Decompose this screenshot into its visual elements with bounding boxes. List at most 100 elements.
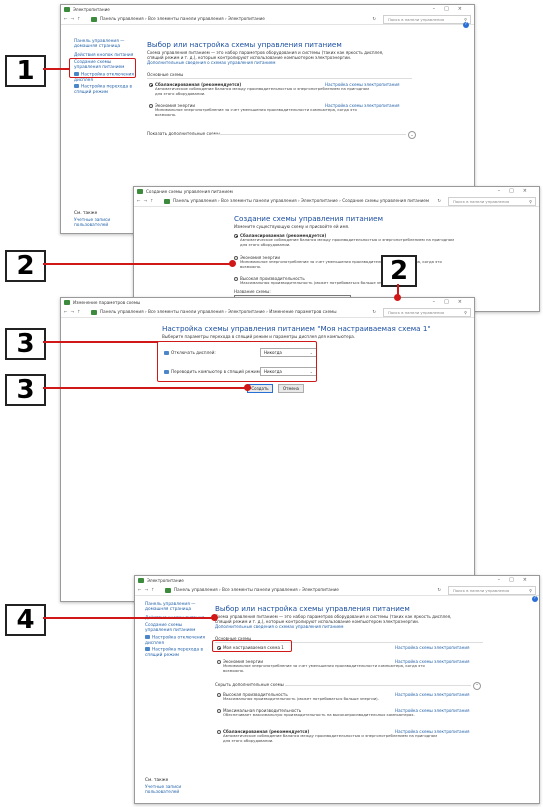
plan-high-performance[interactable]: Высокая производительность Максимальная … — [234, 276, 464, 286]
help-link[interactable]: Дополнительные сведения о схемах управле… — [215, 624, 343, 629]
nav-arrows-icon[interactable]: ←→↑ — [64, 307, 84, 317]
breadcrumb[interactable]: Панель управления › Все элементы панели … — [91, 14, 265, 24]
step-4-connector — [43, 617, 213, 619]
page-description: Схема управления питанием — это набор па… — [147, 50, 384, 66]
plan-settings-link[interactable]: Настройка схемы электропитания — [395, 708, 469, 713]
nav-arrows-icon[interactable]: ←→↑ — [137, 196, 157, 206]
plan-high-performance[interactable]: Высокая производительность Настройка схе… — [217, 692, 479, 702]
plan-settings-link[interactable]: Настройка схемы электропитания — [395, 645, 469, 650]
nav-arrows-icon[interactable]: ←→↑ — [138, 585, 158, 595]
plan-balanced[interactable]: Сбалансированная (рекомендуется) Настрой… — [217, 729, 479, 744]
sidebar-item-sleep[interactable]: Настройка перехода в спящий режим — [145, 647, 205, 658]
refresh-icon[interactable]: ↻ — [437, 196, 441, 206]
sidebar-item-display[interactable]: Настройка отключения дисплея — [145, 635, 205, 646]
chevron-up-icon[interactable]: ⌃ — [473, 682, 481, 690]
plan-power-saver[interactable]: Экономия энергии Минимальное энергопотре… — [234, 255, 454, 270]
chevron-down-icon[interactable]: ⌄ — [408, 131, 416, 139]
step-1-label: 1 — [5, 55, 46, 87]
refresh-icon[interactable]: ↻ — [437, 585, 441, 595]
see-also: См. также Учетные записи пользователей — [74, 211, 134, 230]
refresh-icon[interactable]: ↻ — [372, 14, 376, 24]
sidebar-item-home[interactable]: Панель управления — домашняя страница — [74, 39, 134, 49]
breadcrumb-text: Панель управления › Все элементы панели … — [174, 587, 339, 592]
page-intro: Выберите параметры перехода в спящий реж… — [162, 334, 356, 339]
plan-ultimate[interactable]: Максимальная производительность Настройк… — [217, 708, 479, 718]
sidebar-item-create-plan[interactable]: Создание схемы управления питанием — [145, 623, 205, 633]
plan-power-saver[interactable]: Экономия энергии Настройка схемы электро… — [217, 659, 479, 674]
radio-button[interactable] — [217, 708, 221, 713]
step-3-connector — [43, 341, 158, 343]
cancel-button[interactable]: Отмена — [278, 384, 304, 393]
plan-settings-link[interactable]: Настройка схемы электропитания — [325, 103, 399, 108]
plan-name-label: Название схемы: — [234, 289, 271, 294]
window-controls[interactable]: –□× — [433, 298, 471, 307]
plan-settings-link[interactable]: Настройка схемы электропитания — [395, 729, 469, 734]
breadcrumb-text: Панель управления › Все элементы панели … — [100, 309, 337, 314]
moon-icon — [145, 647, 150, 652]
control-panel-icon — [91, 16, 97, 22]
control-panel-icon — [137, 189, 143, 194]
user-accounts-link[interactable]: Учетные записи пользователей — [145, 785, 205, 795]
step-2-connector — [43, 263, 233, 265]
divider — [147, 78, 412, 79]
sidebar: Панель управления — домашняя страница Де… — [145, 602, 205, 660]
refresh-icon[interactable]: ↻ — [372, 307, 376, 317]
breadcrumb[interactable]: Панель управления › Все элементы панели … — [91, 307, 337, 317]
window-controls[interactable]: –□× — [498, 187, 536, 196]
search-icon: ⚲ — [464, 310, 467, 315]
plan-description: Минимальное энергопотребление за счет ум… — [223, 663, 425, 673]
plan-settings-link[interactable]: Настройка схемы электропитания — [395, 692, 469, 697]
plan-description: Автоматическое соблюдение баланса между … — [240, 237, 454, 247]
hide-more-plans[interactable]: Скрыть дополнительные схемы — [215, 682, 284, 687]
control-panel-icon — [138, 578, 144, 583]
window-controls[interactable]: –□× — [498, 576, 536, 585]
radio-button[interactable] — [234, 233, 238, 238]
radio-button[interactable] — [217, 692, 221, 697]
plan-settings-link[interactable]: Настройка схемы электропитания — [325, 82, 399, 87]
show-more-plans[interactable]: Показать дополнительные схемы — [147, 131, 220, 136]
radio-button[interactable] — [149, 103, 153, 108]
window-controls[interactable]: –□× — [433, 5, 471, 14]
search-placeholder: Поиск в панели управления — [388, 17, 445, 22]
step-2-label-alt: 2 — [381, 255, 417, 287]
control-panel-icon — [165, 587, 171, 593]
breadcrumb[interactable]: Панель управления › Все элементы панели … — [164, 196, 429, 206]
search-icon: ⚲ — [529, 588, 532, 593]
search-input[interactable]: Поиск в панели управления ⚲ — [448, 586, 536, 595]
radio-button[interactable] — [149, 82, 153, 87]
page-description: Схема управления питанием — это набор па… — [215, 614, 452, 630]
page-title: Выбор или настройка схемы управления пит… — [147, 40, 342, 49]
nav-arrows-icon[interactable]: ←→↑ — [64, 14, 84, 24]
control-panel-icon — [64, 300, 70, 305]
page-title: Настройка схемы управления питанием "Моя… — [162, 324, 431, 333]
plan-balanced[interactable]: Сбалансированная (рекомендуется) Автомат… — [234, 233, 454, 248]
search-placeholder: Поиск в панели управления — [453, 588, 510, 593]
title-bar: Изменение параметров схемы –□× — [61, 298, 474, 307]
help-icon[interactable]: ? — [532, 596, 538, 602]
search-input[interactable]: Поиск в панели управления ⚲ — [448, 197, 536, 206]
radio-button[interactable] — [234, 255, 238, 260]
plan-description: Минимальное энергопотребление за счет ум… — [240, 259, 442, 269]
page-title: Создание схемы управления питанием — [234, 214, 384, 223]
step-1-connector — [43, 68, 69, 70]
step-3-label-alt: 3 — [5, 374, 46, 406]
control-panel-icon — [91, 309, 97, 315]
divider — [211, 133, 406, 135]
radio-button[interactable] — [217, 729, 221, 734]
user-accounts-link[interactable]: Учетные записи пользователей — [74, 218, 134, 228]
sidebar-item-sleep[interactable]: Настройка перехода в спящий режим — [74, 84, 134, 95]
help-icon[interactable]: ? — [463, 22, 469, 28]
plan-power-saver[interactable]: Экономия энергии Настройка схемы электро… — [149, 103, 409, 118]
search-input[interactable]: Поиск в панели управления ⚲ — [383, 308, 471, 317]
breadcrumb[interactable]: Панель управления › Все элементы панели … — [165, 585, 339, 595]
plan-balanced[interactable]: Сбалансированная (рекомендуется) Настрой… — [149, 82, 409, 97]
sidebar-item-home[interactable]: Панель управления — домашняя страница — [145, 602, 205, 612]
radio-button[interactable] — [217, 659, 221, 664]
window-title: Электропитание — [73, 7, 110, 12]
help-link[interactable]: Дополнительные сведения о схемах управле… — [147, 60, 275, 65]
plan-description: Минимальное энергопотребление за счет ум… — [155, 107, 357, 117]
search-input[interactable]: Поиск в панели управления ⚲ — [383, 15, 471, 24]
window-title: Создание схемы управления питанием — [146, 189, 233, 194]
radio-button[interactable] — [234, 276, 238, 281]
plan-settings-link[interactable]: Настройка схемы электропитания — [395, 659, 469, 664]
